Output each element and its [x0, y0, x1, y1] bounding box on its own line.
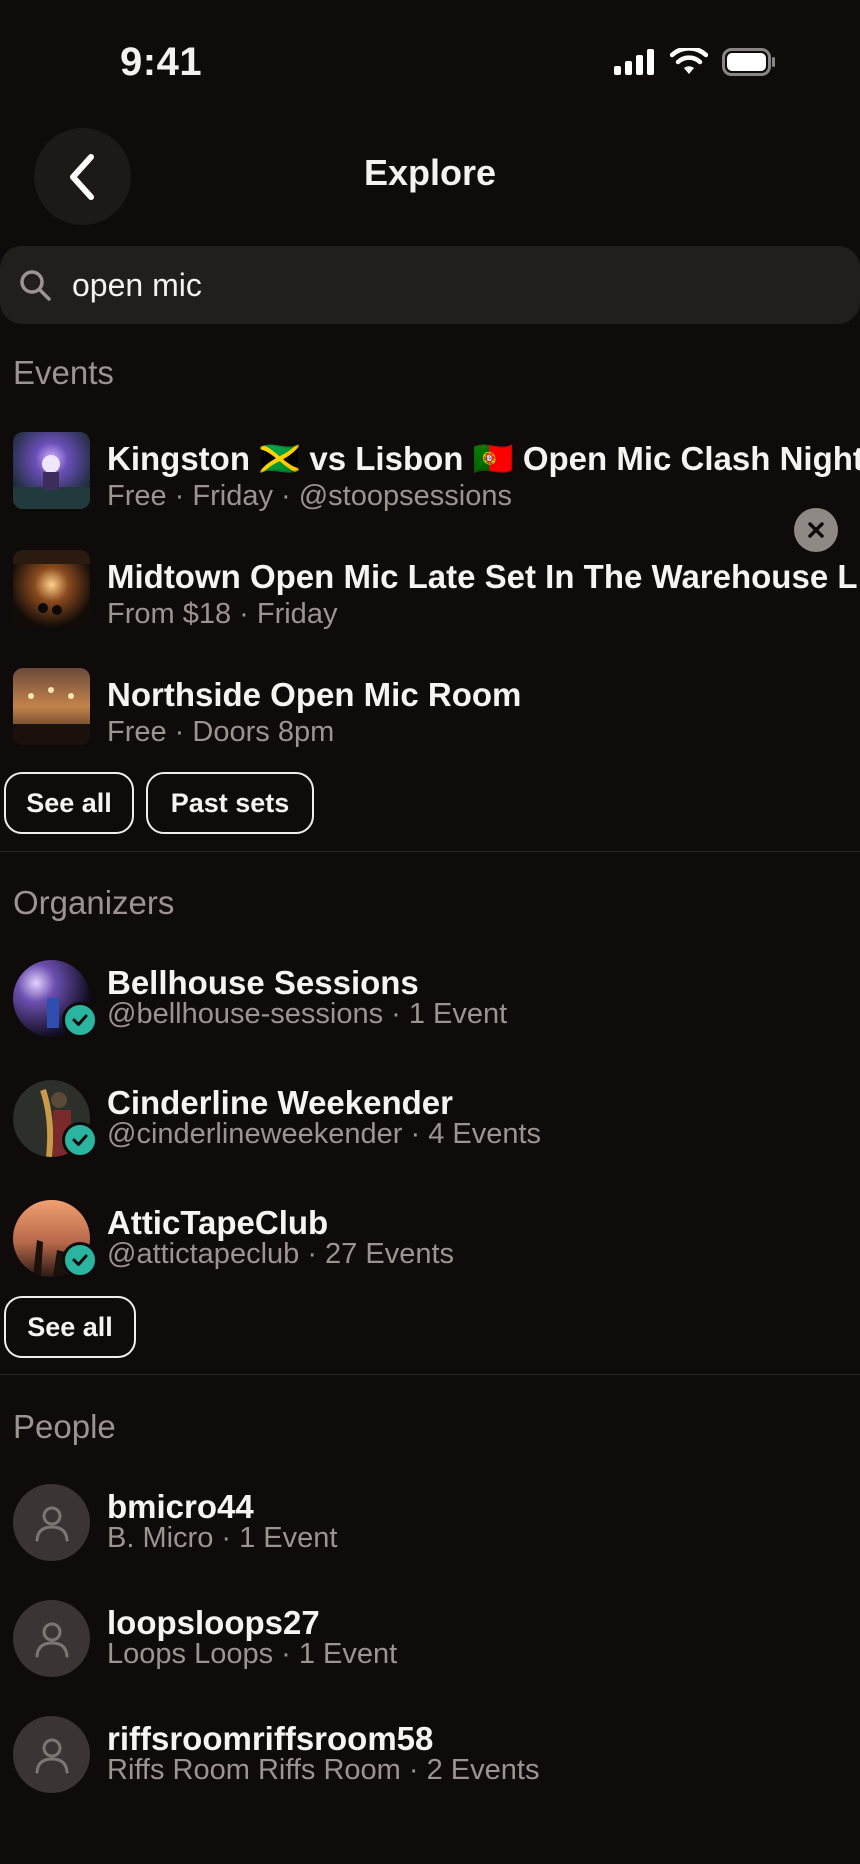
event-thumbnail: [13, 432, 90, 509]
organizer-name: Cinderline Weekender: [107, 1084, 454, 1121]
verified-icon: [62, 1122, 98, 1158]
status-bar: 9:41: [0, 0, 860, 130]
events-see-all-button[interactable]: See all: [4, 772, 134, 834]
verified-icon: [62, 1002, 98, 1038]
organizers-section-title: Organizers: [13, 884, 175, 921]
person-subtitle: Riffs Room Riffs Room · 2 Events: [107, 1754, 540, 1786]
user-icon: [35, 1622, 68, 1657]
event-subtitle: Free · Doors 8pm: [107, 716, 335, 748]
section-divider: [0, 851, 860, 852]
person-avatar: [13, 1600, 90, 1677]
event-row[interactable]: Kingston 🇯🇲 vs Lisbon 🇵🇹 Open Mic Clash …: [0, 432, 860, 528]
organizer-row[interactable]: Bellhouse Sessions @bellhouse-sessions ·…: [0, 960, 860, 1056]
organizer-row[interactable]: AtticTapeClub @attictapeclub · 27 Events: [0, 1200, 860, 1296]
search-input[interactable]: [72, 256, 752, 314]
user-icon: [35, 1738, 68, 1773]
section-divider: [0, 1374, 860, 1375]
people-section-title: People: [13, 1408, 116, 1445]
person-subtitle: Loops Loops · 1 Event: [107, 1638, 398, 1670]
person-username: bmicro44: [107, 1488, 254, 1525]
event-title: Northside Open Mic Room: [107, 676, 522, 713]
header: Explore: [0, 128, 860, 225]
event-title: Kingston 🇯🇲 vs Lisbon 🇵🇹 Open Mic Clash …: [107, 440, 860, 477]
events-section-title: Events: [13, 354, 114, 391]
event-row[interactable]: Northside Open Mic Room Free · Doors 8pm: [0, 668, 860, 764]
event-row[interactable]: Midtown Open Mic Late Set In The Warehou…: [0, 550, 860, 646]
person-row[interactable]: loopsloops27 Loops Loops · 1 Event: [0, 1600, 860, 1696]
wifi-icon: [670, 48, 708, 74]
event-subtitle: Free · Friday · @stoopsessions: [107, 480, 512, 512]
person-subtitle: B. Micro · 1 Event: [107, 1522, 338, 1554]
organizer-subtitle: @cinderlineweekender · 4 Events: [107, 1118, 542, 1150]
organizer-row[interactable]: Cinderline Weekender @cinderlineweekende…: [0, 1080, 860, 1176]
battery-icon: [722, 48, 775, 76]
organizer-name: AtticTapeClub: [107, 1204, 329, 1241]
past-sets-button[interactable]: Past sets: [146, 772, 314, 834]
page-title: Explore: [363, 152, 497, 193]
person-username: loopsloops27: [107, 1604, 320, 1641]
status-time: 9:41: [120, 40, 203, 84]
search-icon: [20, 270, 51, 301]
organizer-name: Bellhouse Sessions: [107, 964, 419, 1001]
person-avatar: [13, 1716, 90, 1793]
organizer-subtitle: @bellhouse-sessions · 1 Event: [107, 998, 508, 1030]
organizer-avatar: [13, 1200, 98, 1278]
person-username: riffsroomriffsroom58: [107, 1720, 434, 1757]
signal-icon: [614, 49, 654, 75]
person-avatar: [13, 1484, 90, 1561]
status-icons: [614, 48, 776, 76]
organizer-subtitle: @attictapeclub · 27 Events: [107, 1238, 455, 1270]
event-thumbnail: [13, 668, 90, 745]
search-bar: [0, 246, 860, 552]
organizer-avatar: [13, 960, 98, 1038]
organizer-avatar: [13, 1080, 98, 1158]
user-icon: [35, 1506, 68, 1541]
organizers-see-all-button[interactable]: See all: [4, 1296, 136, 1358]
event-title: Midtown Open Mic Late Set In The Warehou…: [107, 558, 858, 595]
person-row[interactable]: bmicro44 B. Micro · 1 Event: [0, 1484, 860, 1580]
event-thumbnail: [13, 550, 90, 627]
event-subtitle: From $18 · Friday: [107, 598, 338, 630]
person-row[interactable]: riffsroomriffsroom58 Riffs Room Riffs Ro…: [0, 1716, 860, 1812]
verified-icon: [62, 1242, 98, 1278]
